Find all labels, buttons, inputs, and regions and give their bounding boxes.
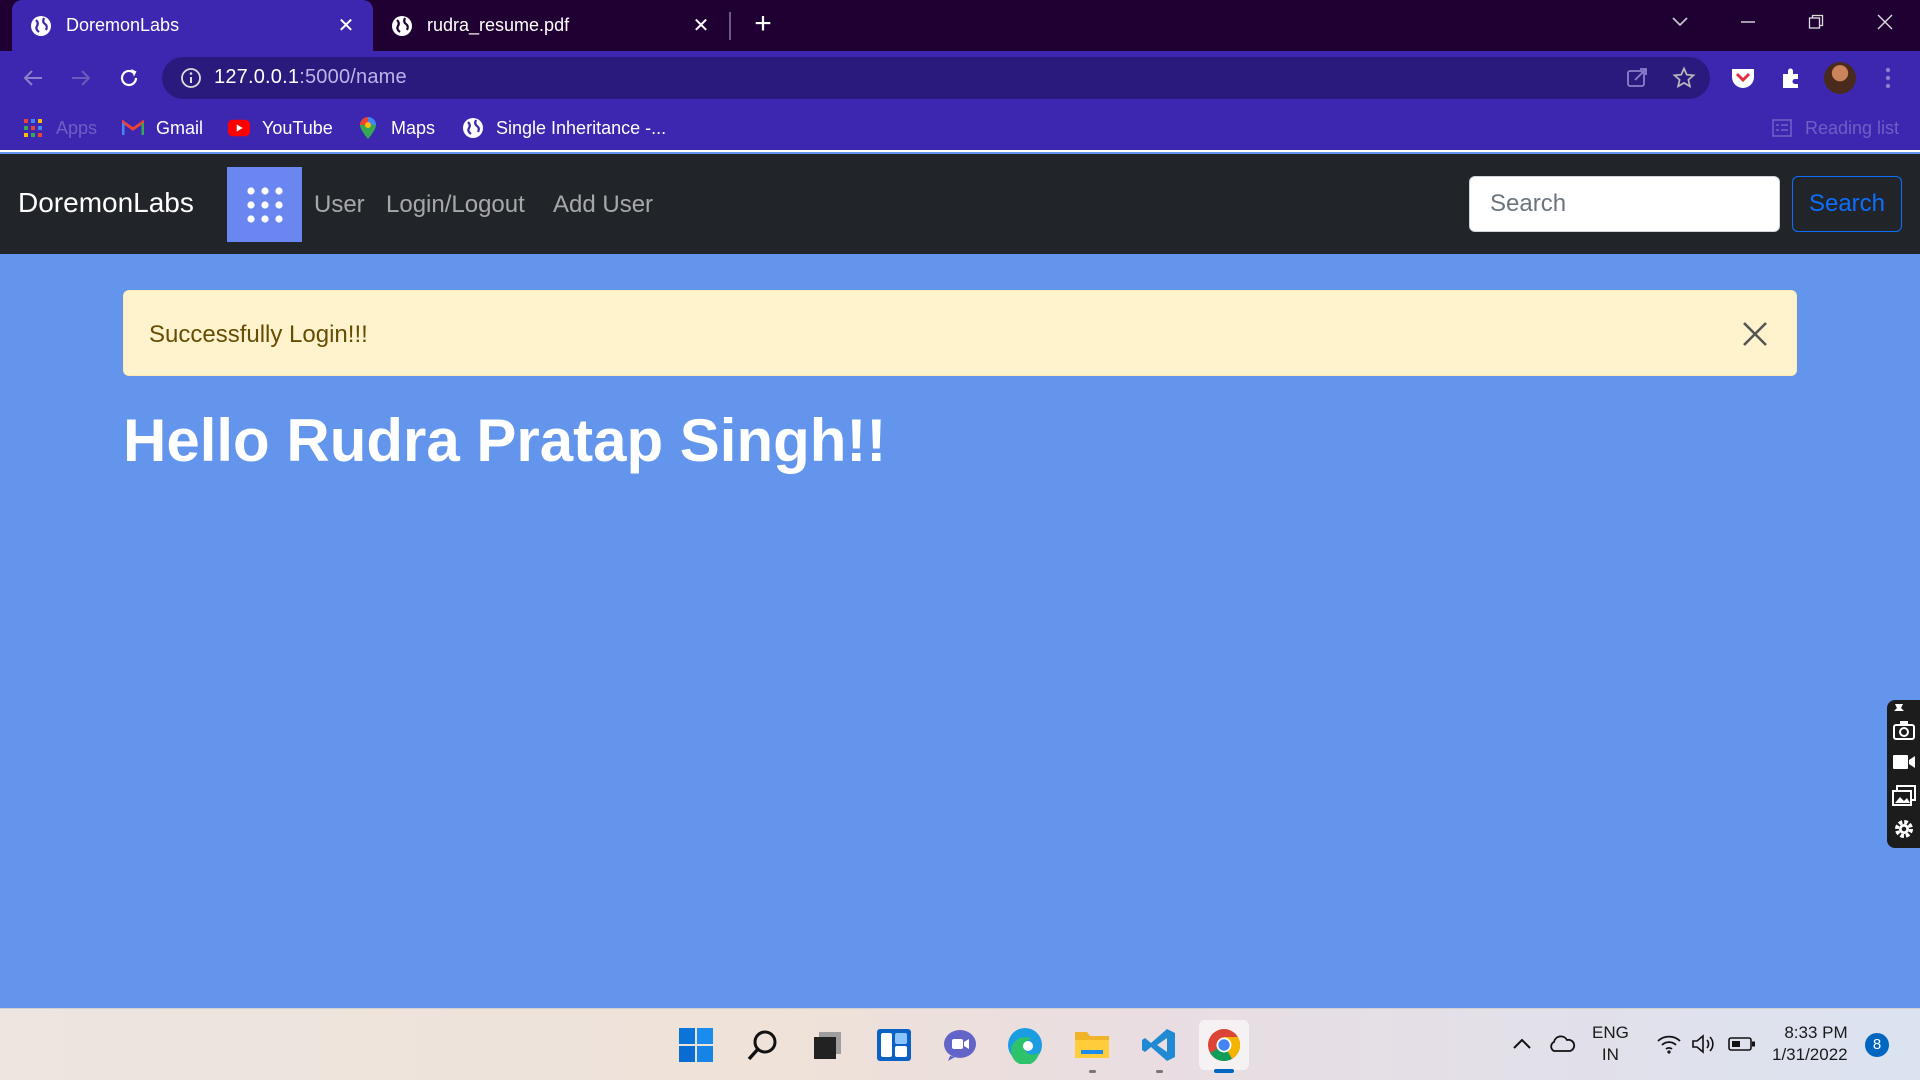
clock-time: 8:33 PM <box>1784 1023 1848 1042</box>
notification-badge[interactable]: 8 <box>1865 1033 1889 1057</box>
wifi-icon[interactable] <box>1656 1008 1682 1080</box>
tab-divider <box>729 12 731 40</box>
tab-search-chevron-icon[interactable] <box>1650 0 1710 44</box>
bookmarks-bar: Apps Gmail YouTube Maps Single Inheritan… <box>0 104 1920 152</box>
gear-icon[interactable] <box>1892 817 1916 841</box>
tab-doremonlabs[interactable]: DoremonLabs ✕ <box>12 0 373 51</box>
nav-link-login-logout[interactable]: Login/Logout <box>386 191 525 219</box>
bookmark-label: Apps <box>56 117 98 138</box>
pin-icon[interactable] <box>1892 702 1916 714</box>
close-icon[interactable]: ✕ <box>688 13 714 39</box>
clock[interactable]: 8:33 PM 1/31/2022 <box>1772 1008 1848 1080</box>
window-close-icon[interactable] <box>1855 0 1915 44</box>
reading-list-icon <box>1771 117 1793 139</box>
nav-link-user[interactable]: User <box>314 191 365 219</box>
close-icon[interactable]: ✕ <box>333 13 359 39</box>
maps-icon <box>357 117 379 139</box>
gmail-icon <box>122 117 144 139</box>
edge-icon[interactable] <box>1000 1020 1050 1070</box>
url-text: 127.0.0.1:5000/name <box>214 66 407 89</box>
greeting-heading: Hello Rudra Pratap Singh!! <box>123 407 887 474</box>
tab-resume-pdf[interactable]: rudra_resume.pdf ✕ <box>373 0 728 51</box>
kebab-menu-icon[interactable] <box>1873 63 1903 93</box>
search-icon[interactable] <box>738 1020 788 1070</box>
language-indicator[interactable]: ENG IN <box>1592 1008 1629 1080</box>
dots-grid-logo-icon[interactable] <box>227 167 302 242</box>
bookmark-single-inheritance[interactable]: Single Inheritance -... <box>462 115 666 141</box>
restore-icon[interactable] <box>1786 0 1846 44</box>
globe-icon <box>391 15 413 37</box>
bookmark-youtube[interactable]: YouTube <box>228 115 333 141</box>
pocket-extension-icon[interactable] <box>1728 63 1758 93</box>
bookmark-label: Single Inheritance -... <box>496 117 667 138</box>
share-icon[interactable] <box>1625 66 1649 90</box>
alert-message: Successfully Login!!! <box>149 321 368 348</box>
close-icon[interactable] <box>1740 319 1770 349</box>
teams-chat-icon[interactable] <box>935 1020 985 1070</box>
widgets-icon[interactable] <box>869 1020 919 1070</box>
chrome-icon[interactable] <box>1199 1020 1249 1073</box>
clock-date: 1/31/2022 <box>1772 1045 1848 1064</box>
bookmark-label: YouTube <box>262 117 333 138</box>
reload-icon[interactable] <box>112 61 146 95</box>
tab-title: rudra_resume.pdf <box>427 15 570 35</box>
forward-arrow-icon[interactable] <box>64 61 98 95</box>
gallery-icon[interactable] <box>1892 785 1916 809</box>
capture-side-widget <box>1887 700 1920 848</box>
vscode-icon[interactable] <box>1134 1020 1184 1073</box>
globe-icon <box>30 15 52 37</box>
file-explorer-icon[interactable] <box>1067 1020 1117 1073</box>
camera-icon[interactable] <box>1892 719 1916 743</box>
apps-grid-icon <box>22 117 44 139</box>
bookmark-gmail[interactable]: Gmail <box>122 115 203 141</box>
battery-icon[interactable] <box>1728 1008 1756 1080</box>
site-navbar: DoremonLabs User Login/Logout Add User S… <box>0 154 1920 254</box>
tab-strip: DoremonLabs ✕ rudra_resume.pdf ✕ + <box>0 0 1920 51</box>
extensions-puzzle-icon[interactable] <box>1776 63 1806 93</box>
search-input[interactable] <box>1469 176 1780 232</box>
bookmark-label: Maps <box>391 117 436 138</box>
browser-toolbar: 127.0.0.1:5000/name <box>0 51 1920 104</box>
task-view-icon[interactable] <box>803 1020 853 1070</box>
search-button[interactable]: Search <box>1792 176 1902 232</box>
volume-icon[interactable] <box>1691 1008 1717 1080</box>
success-alert: Successfully Login!!! <box>123 290 1797 376</box>
bookmark-star-icon[interactable] <box>1672 66 1696 90</box>
reading-list-label: Reading list <box>1805 117 1900 138</box>
onedrive-cloud-icon[interactable] <box>1548 1008 1576 1080</box>
language-line-1: ENG <box>1592 1023 1629 1042</box>
youtube-icon <box>228 117 250 139</box>
show-hidden-icons-chevron-icon[interactable] <box>1512 1008 1532 1080</box>
video-camera-icon[interactable] <box>1892 752 1916 776</box>
back-arrow-icon[interactable] <box>16 61 50 95</box>
bookmark-label: Gmail <box>156 117 204 138</box>
language-line-2: IN <box>1601 1045 1619 1064</box>
new-tab-plus-icon[interactable]: + <box>748 9 778 40</box>
url-host: 127.0.0.1 <box>214 66 300 88</box>
profile-avatar[interactable] <box>1824 62 1856 94</box>
site-info-icon[interactable] <box>180 67 202 89</box>
minimize-icon[interactable] <box>1718 0 1778 44</box>
address-bar[interactable]: 127.0.0.1:5000/name <box>162 57 1710 99</box>
start-icon[interactable] <box>671 1020 721 1070</box>
nav-link-add-user[interactable]: Add User <box>553 191 653 219</box>
navbar-brand[interactable]: DoremonLabs <box>18 187 194 219</box>
globe-icon <box>462 117 484 139</box>
tab-title: DoremonLabs <box>66 15 180 35</box>
bookmark-apps[interactable]: Apps <box>22 115 97 141</box>
reading-list[interactable]: Reading list <box>1771 115 1899 141</box>
url-path: :5000/name <box>299 66 407 88</box>
bookmark-maps[interactable]: Maps <box>357 115 435 141</box>
